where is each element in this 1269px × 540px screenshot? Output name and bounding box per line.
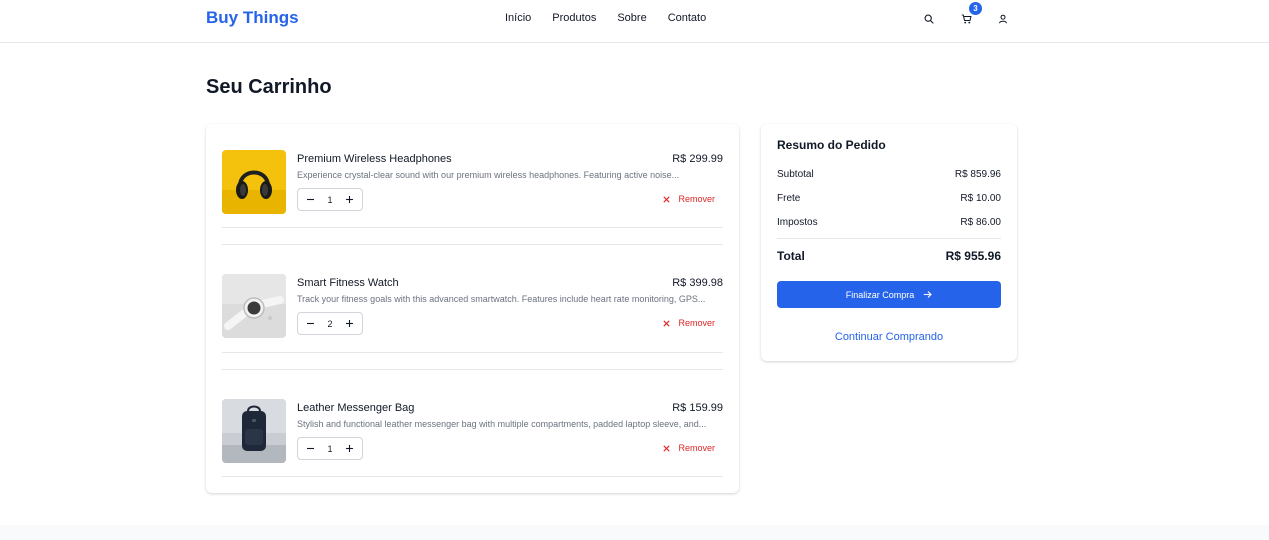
- cart-icon: [961, 14, 971, 24]
- increase-quantity-button[interactable]: [344, 443, 356, 455]
- total-row: Total R$ 955.96: [777, 249, 1001, 263]
- user-icon: [999, 14, 1007, 24]
- search-icon: [924, 14, 934, 24]
- close-icon: [663, 319, 671, 327]
- product-image-headphones[interactable]: [222, 150, 286, 214]
- cart-item: Leather Messenger Bag R$ 159.99 Stylish …: [222, 373, 723, 477]
- quantity-value: 1: [327, 443, 333, 454]
- plus-icon: [346, 196, 354, 203]
- quantity-stepper: 1: [297, 437, 363, 460]
- product-name[interactable]: Leather Messenger Bag: [297, 402, 414, 414]
- plus-icon: [346, 445, 354, 452]
- product-name[interactable]: Smart Fitness Watch: [297, 277, 399, 289]
- decrease-quantity-button[interactable]: [304, 318, 316, 330]
- increase-quantity-button[interactable]: [344, 318, 356, 330]
- quantity-value: 2: [327, 318, 333, 329]
- product-image-watch[interactable]: [222, 274, 286, 338]
- remove-item-button[interactable]: Remover: [663, 443, 715, 453]
- remove-label: Remover: [678, 443, 715, 453]
- minus-icon: [306, 198, 314, 201]
- taxes-value: R$ 86.00: [960, 217, 1001, 228]
- close-icon: [663, 444, 671, 452]
- checkout-button[interactable]: Finalizar Compra: [777, 281, 1001, 308]
- product-description: Experience crystal-clear sound with our …: [297, 170, 680, 180]
- taxes-row: Impostos R$ 86.00: [777, 217, 1001, 228]
- order-summary-card: Resumo do Pedido Subtotal R$ 859.96 Fret…: [761, 124, 1017, 361]
- checkout-label: Finalizar Compra: [845, 289, 915, 300]
- product-image-bag[interactable]: [222, 399, 286, 463]
- total-value: R$ 955.96: [945, 249, 1001, 263]
- subtotal-row: Subtotal R$ 859.96: [777, 169, 1001, 180]
- search-button[interactable]: [919, 10, 939, 28]
- product-name[interactable]: Premium Wireless Headphones: [297, 153, 452, 165]
- account-button[interactable]: [993, 10, 1013, 28]
- product-description: Stylish and functional leather messenger…: [297, 419, 707, 429]
- continue-shopping-link[interactable]: Continuar Comprando: [777, 331, 1001, 343]
- product-price: R$ 399.98: [672, 277, 723, 289]
- plus-icon: [346, 320, 354, 327]
- nav-link-inicio[interactable]: Início: [505, 12, 531, 24]
- cart-item: Premium Wireless Headphones R$ 299.99 Ex…: [222, 124, 723, 228]
- remove-label: Remover: [678, 318, 715, 328]
- main-nav: Início Produtos Sobre Contato: [505, 12, 706, 24]
- subtotal-value: R$ 859.96: [954, 169, 1001, 180]
- decrease-quantity-button[interactable]: [304, 443, 316, 455]
- subtotal-label: Subtotal: [777, 169, 814, 180]
- increase-quantity-button[interactable]: [344, 194, 356, 206]
- nav-link-contato[interactable]: Contato: [668, 12, 707, 24]
- footer: [0, 525, 1269, 540]
- quantity-stepper: 2: [297, 312, 363, 335]
- remove-item-button[interactable]: Remover: [663, 318, 715, 328]
- product-price: R$ 299.99: [672, 153, 723, 165]
- item-divider: [222, 476, 723, 477]
- summary-title: Resumo do Pedido: [777, 138, 886, 152]
- item-divider: [222, 227, 723, 228]
- cart-count-badge: 3: [969, 2, 982, 15]
- remove-item-button[interactable]: Remover: [663, 194, 715, 204]
- quantity-value: 1: [327, 194, 333, 205]
- site-header: Buy Things Início Produtos Sobre Contato…: [0, 0, 1269, 43]
- shipping-row: Frete R$ 10.00: [777, 193, 1001, 204]
- item-divider: [222, 244, 723, 245]
- minus-icon: [306, 447, 314, 450]
- cart-items-card: Premium Wireless Headphones R$ 299.99 Ex…: [206, 124, 739, 493]
- shipping-label: Frete: [777, 193, 801, 204]
- minus-icon: [306, 322, 314, 325]
- arrow-right-icon: [924, 291, 933, 298]
- item-divider: [222, 352, 723, 353]
- decrease-quantity-button[interactable]: [304, 194, 316, 206]
- taxes-label: Impostos: [777, 217, 818, 228]
- total-label: Total: [777, 249, 805, 263]
- item-divider: [222, 369, 723, 370]
- summary-divider: [777, 238, 1001, 239]
- brand-logo[interactable]: Buy Things: [206, 8, 299, 28]
- nav-link-sobre[interactable]: Sobre: [617, 12, 646, 24]
- quantity-stepper: 1: [297, 188, 363, 211]
- page-title: Seu Carrinho: [206, 76, 332, 98]
- shipping-value: R$ 10.00: [960, 193, 1001, 204]
- remove-label: Remover: [678, 194, 715, 204]
- nav-link-produtos[interactable]: Produtos: [552, 12, 596, 24]
- product-description: Track your fitness goals with this advan…: [297, 294, 706, 304]
- product-price: R$ 159.99: [672, 402, 723, 414]
- cart-item: Smart Fitness Watch R$ 399.98 Track your…: [222, 248, 723, 352]
- close-icon: [663, 195, 671, 203]
